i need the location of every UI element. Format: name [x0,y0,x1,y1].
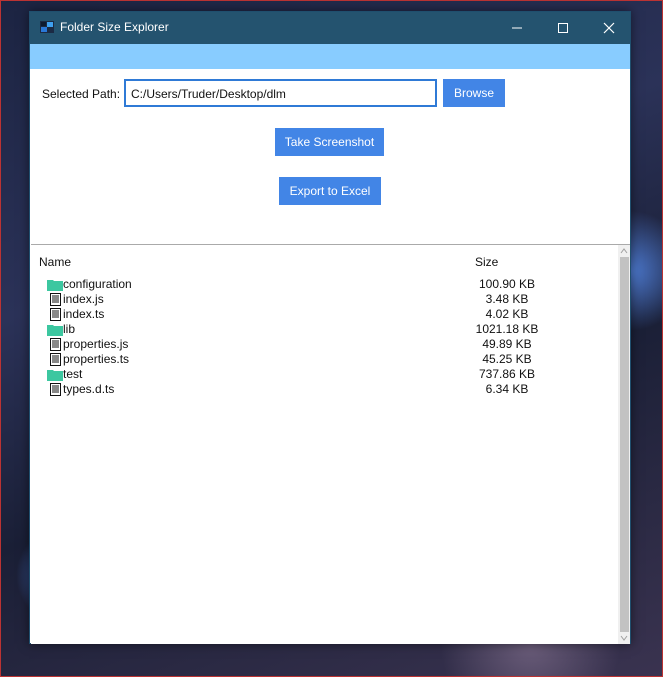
scroll-up-icon [620,248,628,254]
minimize-icon [512,27,522,29]
export-to-excel-button[interactable]: Export to Excel [279,177,381,205]
close-icon [603,22,615,34]
app-icon [40,21,54,33]
row-size: 3.48 KB [485,292,529,306]
row-name: types.d.ts [63,382,115,396]
browse-button[interactable]: Browse [443,79,505,107]
row-name: properties.ts [63,352,130,366]
table-row[interactable]: types.d.ts 6.34 KB [31,382,616,397]
file-icon [50,383,61,396]
row-size: 49.89 KB [482,337,532,351]
column-header-name[interactable]: Name [39,255,71,269]
row-name: lib [63,322,76,336]
selected-path-input[interactable]: C:/Users/Truder/Desktop/dlm [124,79,437,107]
accent-strip [30,44,630,69]
row-name: index.js [63,292,104,306]
row-size: 1021.18 KB [475,322,539,336]
selected-path-label: Selected Path: [42,87,121,101]
minimize-button[interactable] [494,12,540,44]
table-row[interactable]: configuration 100.90 KB [31,277,616,292]
file-icon [50,338,61,351]
folder-icon [47,325,63,336]
app-window: Folder Size Explorer Selected Path: C:/U… [29,11,631,644]
table-row[interactable]: index.ts 4.02 KB [31,307,616,322]
scroll-down-arrow[interactable] [618,632,630,644]
row-size: 737.86 KB [478,367,536,381]
row-size: 45.25 KB [482,352,532,366]
scroll-down-icon [620,635,628,641]
take-screenshot-button[interactable]: Take Screenshot [275,128,384,156]
row-name: properties.js [63,337,129,351]
close-button[interactable] [586,12,632,44]
scroll-thumb[interactable] [620,257,629,632]
file-icon [50,353,61,366]
folder-icon [47,280,63,291]
row-size: 6.34 KB [485,382,529,396]
row-name: index.ts [63,307,105,321]
scroll-up-arrow[interactable] [618,245,630,257]
maximize-icon [558,23,568,33]
row-name: test [63,367,83,381]
row-size: 4.02 KB [485,307,529,321]
table-row[interactable]: properties.js 49.89 KB [31,337,616,352]
title-bar[interactable]: Folder Size Explorer [30,12,630,44]
vertical-scrollbar[interactable] [618,245,630,644]
table-row[interactable]: properties.ts 45.25 KB [31,352,616,367]
folder-icon [47,370,63,381]
table-row[interactable]: lib 1021.18 KB [31,322,616,337]
window-title: Folder Size Explorer [60,20,169,34]
row-name: configuration [63,277,132,291]
table-row[interactable]: index.js 3.48 KB [31,292,616,307]
row-size: 100.90 KB [478,277,536,291]
column-header-size[interactable]: Size [475,255,498,269]
file-icon [50,308,61,321]
file-icon [50,293,61,306]
maximize-button[interactable] [540,12,586,44]
folder-tree-view[interactable]: Name Size configuration 100.90 KB index.js… [31,244,630,644]
table-row[interactable]: test 737.86 KB [31,367,616,382]
